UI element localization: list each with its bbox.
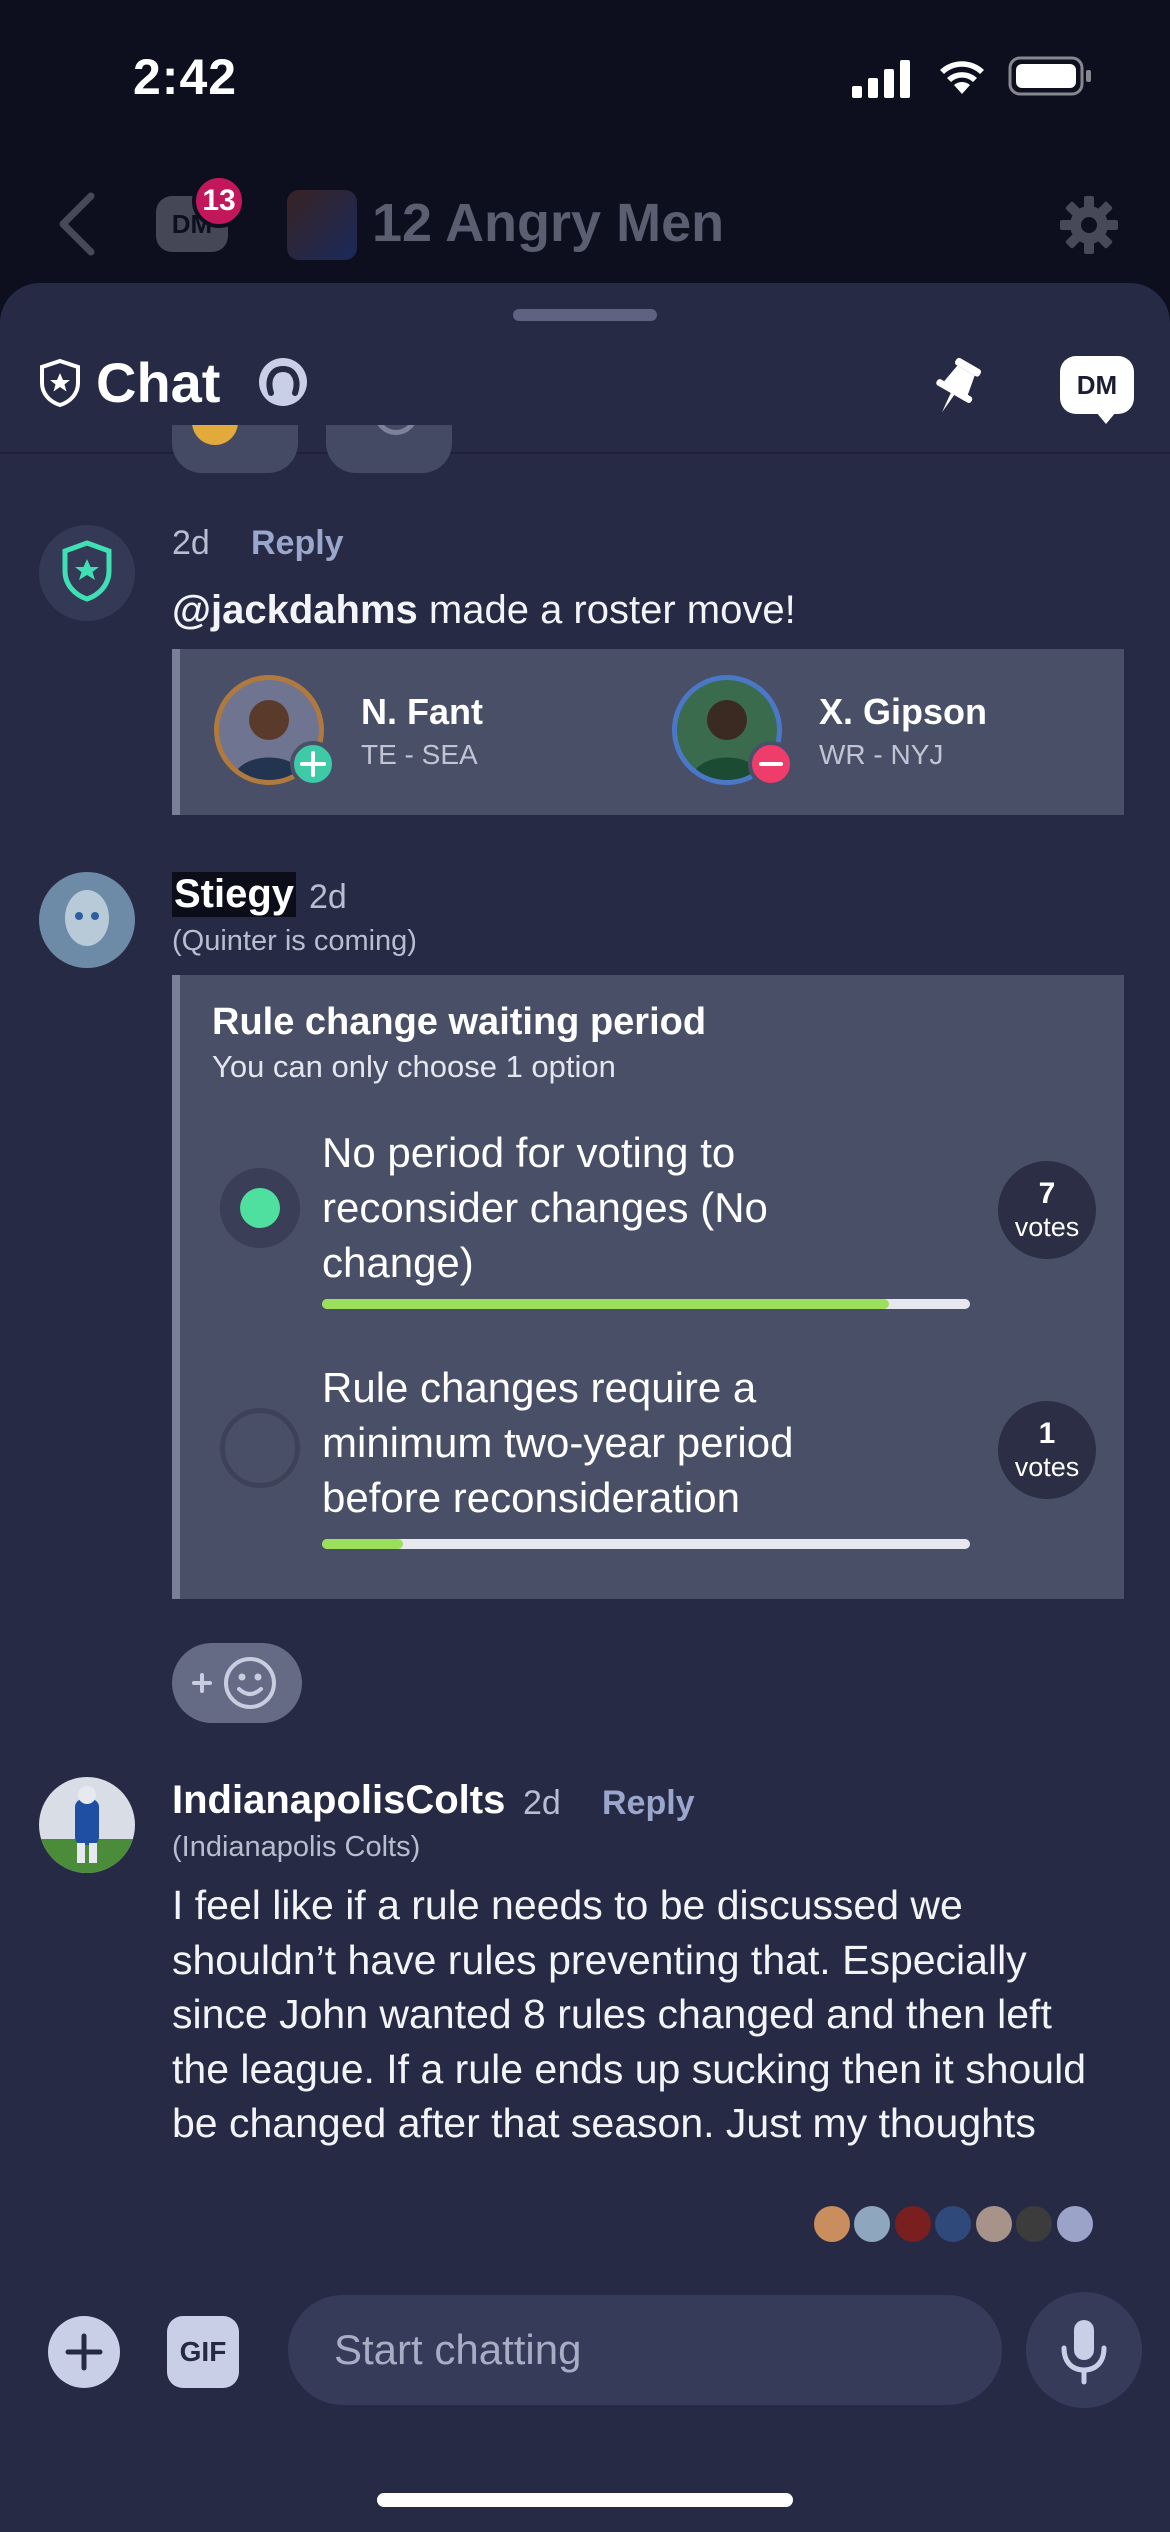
drop-player-icon	[748, 741, 794, 787]
reader-avatar	[973, 2204, 1014, 2244]
poll-subtitle: You can only choose 1 option	[212, 1049, 616, 1084]
colts-horseshoe-icon	[259, 358, 307, 406]
reader-avatar	[933, 2204, 974, 2244]
avatar[interactable]	[39, 872, 135, 968]
league-title: 12 Angry Men	[372, 193, 725, 253]
added-player-position: TE - SEA	[361, 739, 478, 770]
author-name[interactable]: IndianapolisColts	[172, 1778, 505, 1823]
message-text: I feel like if a rule needs to be discus…	[172, 1882, 1087, 2146]
poll-option[interactable]: No period for voting to reconsider chang…	[180, 1129, 1124, 1355]
plus-icon	[65, 2333, 103, 2371]
gear-icon[interactable]	[1058, 194, 1120, 256]
reader-avatar	[892, 2204, 933, 2244]
wifi-icon	[940, 61, 984, 94]
emoji-icon	[192, 425, 238, 445]
reader-avatar	[812, 2204, 852, 2244]
added-player-name: N. Fant	[361, 691, 483, 732]
dropped-player-name: X. Gipson	[819, 691, 988, 732]
add-emoji-icon	[192, 1657, 276, 1709]
vote-progress-fill	[322, 1299, 889, 1309]
pin-icon[interactable]	[920, 352, 992, 424]
chat-title: Chat	[96, 351, 221, 414]
vote-count: 1 votes	[998, 1401, 1096, 1499]
read-receipts[interactable]	[812, 2204, 1095, 2246]
chat-input[interactable]	[288, 2295, 1002, 2405]
reader-avatar	[852, 2204, 893, 2244]
reply-button[interactable]: Reply	[602, 1784, 695, 1823]
reader-avatar	[1054, 2204, 1095, 2244]
vote-progress-bar	[322, 1299, 970, 1309]
unread-badge: 13	[192, 174, 246, 228]
microphone-icon	[1061, 2320, 1107, 2385]
message-time: 2d	[523, 1784, 561, 1822]
status-time: 2:42	[133, 49, 238, 105]
author-name[interactable]: Stiegy	[172, 872, 297, 917]
reaction-pill[interactable]	[172, 425, 298, 473]
shield-icon	[62, 540, 112, 602]
poll-card: Rule change waiting period You can only …	[172, 975, 1124, 1599]
dm-button[interactable]: DM	[1060, 356, 1134, 424]
team-name: (Quinter is coming)	[172, 925, 417, 957]
league-logo	[287, 190, 357, 260]
user-mention[interactable]: @jackdahms	[172, 588, 418, 632]
emoji-icon	[374, 425, 418, 435]
back-chevron-icon[interactable]	[55, 192, 99, 256]
dropped-player-position: WR - NYJ	[819, 739, 944, 770]
radio-dot-icon	[240, 1188, 280, 1228]
poll-title: Rule change waiting period	[212, 1001, 707, 1043]
home-indicator	[377, 2493, 793, 2507]
radio-unselected[interactable]	[220, 1408, 300, 1488]
message-body: made a roster move!	[417, 588, 796, 632]
message-text: @jackdahms made a roster move!	[172, 583, 796, 637]
add-reaction-button[interactable]	[172, 1643, 302, 1723]
gif-button[interactable]: GIF	[167, 2316, 239, 2388]
reply-button[interactable]: Reply	[251, 524, 344, 563]
vote-count: 7 votes	[998, 1161, 1096, 1259]
battery-icon	[1008, 56, 1091, 96]
roster-move-card[interactable]: N. Fant TE - SEA X. Gipson WR - NYJ	[172, 649, 1124, 815]
cellular-signal-icon	[852, 60, 910, 98]
vote-progress-bar	[322, 1539, 970, 1549]
poll-option-text: No period for voting to reconsider chang…	[322, 1129, 768, 1286]
shield-icon	[40, 358, 80, 408]
radio-selected[interactable]	[220, 1168, 300, 1248]
sheet-grabber[interactable]	[513, 309, 657, 321]
avatar[interactable]	[39, 1777, 135, 1873]
poll-option-text: Rule changes require a minimum two-year …	[322, 1364, 794, 1521]
reader-avatar	[1014, 2204, 1055, 2244]
reaction-pill[interactable]	[326, 425, 452, 473]
team-name: (Indianapolis Colts)	[172, 1831, 421, 1863]
microphone-button[interactable]	[1026, 2292, 1142, 2408]
league-shield-avatar	[39, 525, 135, 621]
add-player-icon	[290, 741, 336, 787]
attach-button[interactable]	[48, 2316, 120, 2388]
message-time: 2d	[172, 524, 210, 562]
vote-progress-fill	[322, 1539, 403, 1549]
message-time: 2d	[309, 878, 347, 916]
poll-option[interactable]: Rule changes require a minimum two-year …	[180, 1364, 1124, 1595]
